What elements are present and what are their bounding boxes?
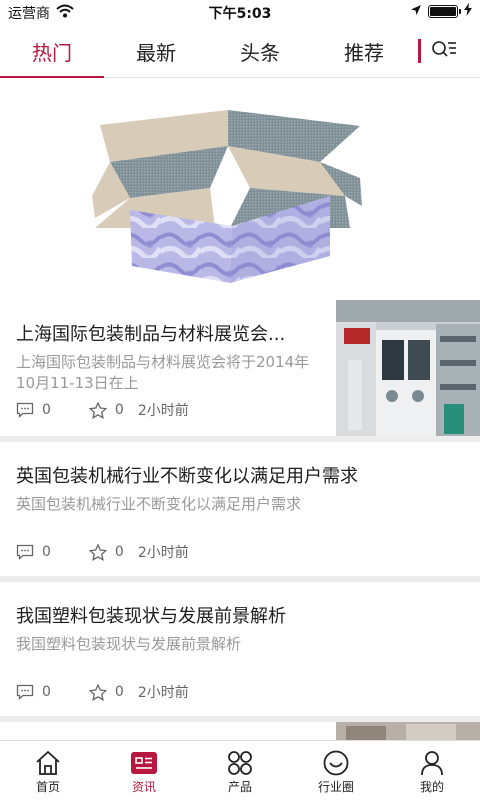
battery-icon xyxy=(428,5,461,18)
status-time: 下午5:03 xyxy=(208,6,272,22)
article-time: 2小时前 xyxy=(137,403,189,419)
tab-headlines[interactable]: 头条 xyxy=(208,24,312,78)
news-icon xyxy=(130,748,158,778)
comment-icon[interactable] xyxy=(16,402,34,418)
article-title[interactable]: 英国包装机械行业不断变化以满足用户需求 xyxy=(16,462,466,488)
star-icon[interactable] xyxy=(88,401,107,419)
tab-separator xyxy=(418,39,421,63)
star-icon[interactable] xyxy=(88,683,107,701)
nav-news[interactable]: 资讯 xyxy=(96,741,192,800)
grid-icon xyxy=(226,748,254,778)
tab-latest[interactable]: 最新 xyxy=(104,24,208,78)
comment-count: 0 xyxy=(42,544,51,560)
article-card[interactable]: 英国包装机械行业不断变化以满足用户需求 英国包装机械行业不断变化以满足用户需求 … xyxy=(0,442,480,576)
home-icon xyxy=(34,748,62,778)
nav-industry-circle[interactable]: 行业圈 xyxy=(288,741,384,800)
article-title[interactable]: 我国塑料包装现状与发展前景解析 xyxy=(16,602,466,628)
article-summary: 上海国际包装制品与材料展览会将于2014年10月11-13日在上 xyxy=(16,353,310,392)
search-menu-icon[interactable] xyxy=(431,38,457,64)
star-count: 0 xyxy=(114,402,124,418)
tab-tools xyxy=(416,24,480,78)
article-time: 2小时前 xyxy=(137,685,189,701)
article-meta: 0 0 2小时前 xyxy=(16,542,189,562)
nav-home[interactable]: 首页 xyxy=(0,741,96,800)
article-card[interactable]: 我国塑料包装现状与发展前景解析 我国塑料包装现状与发展前景解析 0 0 2小时前 xyxy=(0,582,480,716)
comment-icon[interactable] xyxy=(16,544,34,560)
location-arrow-icon xyxy=(410,4,422,20)
article-title[interactable]: 上海国际包装制品与材料展览会... xyxy=(16,320,316,346)
smile-icon xyxy=(322,748,350,778)
nav-mine[interactable]: 我的 xyxy=(384,741,480,800)
news-feed: 上海国际包装制品与材料展览会... 上海国际包装制品与材料展览会将于2014年1… xyxy=(0,78,480,740)
comment-count: 0 xyxy=(42,402,51,418)
nav-products[interactable]: 产品 xyxy=(192,741,288,800)
nav-label: 行业圈 xyxy=(317,779,354,794)
bottom-nav: 首页 资讯 产品 行业圈 我的 xyxy=(0,740,480,800)
comment-icon[interactable] xyxy=(16,684,34,700)
article-summary: 我国塑料包装现状与发展前景解析 xyxy=(16,635,242,653)
status-bar: 运营商 下午5:03 xyxy=(0,0,480,24)
article-meta: 0 0 2小时前 xyxy=(16,400,189,420)
star-count: 0 xyxy=(114,684,124,700)
star-count: 0 xyxy=(114,544,124,560)
user-icon xyxy=(418,748,446,778)
article-time: 2小时前 xyxy=(137,545,189,561)
nav-label: 我的 xyxy=(419,779,444,794)
article-summary: 英国包装机械行业不断变化以满足用户需求 xyxy=(16,495,302,513)
charging-icon xyxy=(464,3,472,20)
nav-label: 产品 xyxy=(227,779,252,794)
comment-count: 0 xyxy=(42,684,51,700)
nav-label: 首页 xyxy=(35,779,60,794)
article-thumbnail[interactable] xyxy=(336,722,480,740)
tab-recommended[interactable]: 推荐 xyxy=(312,24,416,78)
banner-image[interactable] xyxy=(0,78,480,300)
status-right-group xyxy=(410,3,472,20)
article-thumbnail[interactable] xyxy=(336,300,480,436)
battery-fill xyxy=(430,7,456,16)
tab-hot[interactable]: 热门 xyxy=(0,24,104,79)
article-meta: 0 0 2小时前 xyxy=(16,682,189,702)
star-icon[interactable] xyxy=(88,543,107,561)
category-tabs: 热门 最新 头条 推荐 xyxy=(0,24,480,79)
nav-label: 资讯 xyxy=(131,779,156,794)
article-card[interactable]: 上海国际包装制品与材料展览会... 上海国际包装制品与材料展览会将于2014年1… xyxy=(0,300,480,436)
